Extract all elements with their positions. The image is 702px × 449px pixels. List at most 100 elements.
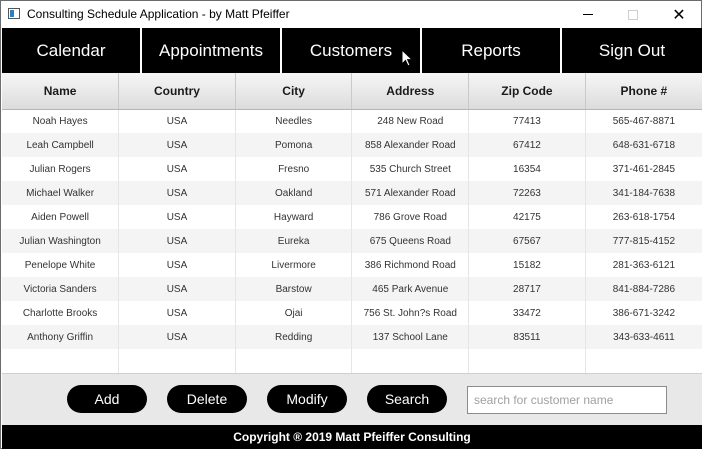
cell-address: 386 Richmond Road: [351, 253, 470, 277]
column-header-zip[interactable]: Zip Code: [468, 73, 586, 110]
table-row[interactable]: Julian Rogers USA Fresno 535 Church Street 1…: [2, 157, 702, 181]
cell-zip: 77413: [468, 109, 586, 133]
empty-cell: [585, 349, 702, 373]
table-row[interactable]: Leah Campbell USA Pomona 858 Alexander Road…: [2, 133, 702, 157]
title-bar: Consulting Schedule Application - by Mat…: [1, 1, 701, 28]
cell-city: Eureka: [235, 229, 353, 253]
table-row[interactable]: Charlotte Brooks USA Ojai 756 St. John?s Ro…: [2, 301, 702, 325]
customer-table[interactable]: Name Country City Address Zip Code Phone…: [2, 73, 702, 373]
minimize-button[interactable]: [565, 1, 611, 28]
cell-name: Anthony Griffin: [2, 325, 120, 349]
close-icon: ✕: [672, 6, 686, 24]
cell-phone: 648-631-6718: [585, 133, 702, 157]
modify-button[interactable]: Modify: [267, 385, 347, 413]
table-header-row: Name Country City Address Zip Code Phone…: [2, 73, 702, 110]
cell-country: USA: [118, 229, 236, 253]
table-row[interactable]: Aiden Powell USA Hayward 786 Grove Road 4217…: [2, 205, 702, 229]
cell-phone: 263-618-1754: [585, 205, 702, 229]
action-bar: Add Delete Modify Search: [2, 373, 702, 425]
empty-table-row: [2, 349, 702, 373]
cell-zip: 72263: [468, 181, 586, 205]
nav-customers[interactable]: Customers: [282, 28, 422, 73]
cell-city: Ojai: [235, 301, 353, 325]
cell-city: Oakland: [235, 181, 353, 205]
cell-zip: 28717: [468, 277, 586, 301]
copyright-footer: Copyright ® 2019 Matt Pfeiffer Consultin…: [2, 425, 702, 449]
search-input[interactable]: [467, 386, 667, 414]
cell-address: 465 Park Avenue: [351, 277, 470, 301]
cell-country: USA: [118, 205, 236, 229]
column-header-phone[interactable]: Phone #: [585, 73, 702, 110]
table-row[interactable]: Michael Walker USA Oakland 571 Alexander Ro…: [2, 181, 702, 205]
cell-country: USA: [118, 133, 236, 157]
cell-name: Penelope White: [2, 253, 120, 277]
cell-name: Aiden Powell: [2, 205, 120, 229]
cell-name: Julian Washington: [2, 229, 120, 253]
app-window-icon: [8, 8, 20, 19]
empty-cell: [468, 349, 586, 373]
cell-address: 571 Alexander Road: [351, 181, 470, 205]
cell-zip: 15182: [468, 253, 586, 277]
search-button[interactable]: Search: [367, 385, 447, 413]
nav-sign-out[interactable]: Sign Out: [562, 28, 702, 73]
cell-zip: 67412: [468, 133, 586, 157]
cell-city: Pomona: [235, 133, 353, 157]
maximize-button[interactable]: [610, 1, 656, 28]
empty-cell: [235, 349, 353, 373]
empty-cell: [118, 349, 236, 373]
cell-address: 248 New Road: [351, 109, 470, 133]
cell-phone: 565-467-8871: [585, 109, 702, 133]
window-title: Consulting Schedule Application - by Mat…: [27, 7, 290, 21]
cell-zip: 16354: [468, 157, 586, 181]
cell-country: USA: [118, 253, 236, 277]
cell-phone: 386-671-3242: [585, 301, 702, 325]
table-row[interactable]: Noah Hayes USA Needles 248 New Road 77413 565…: [2, 109, 702, 133]
app-window: Consulting Schedule Application - by Mat…: [0, 0, 702, 449]
column-header-country[interactable]: Country: [118, 73, 236, 110]
column-header-city[interactable]: City: [235, 73, 353, 110]
cell-address: 858 Alexander Road: [351, 133, 470, 157]
cell-country: USA: [118, 181, 236, 205]
nav-appointments[interactable]: Appointments: [142, 28, 282, 73]
table-row[interactable]: Julian Washington USA Eureka 675 Queens Roa…: [2, 229, 702, 253]
maximize-icon: [628, 9, 638, 20]
cell-country: USA: [118, 301, 236, 325]
mouse-pointer-icon: [401, 49, 413, 67]
cell-name: Charlotte Brooks: [2, 301, 120, 325]
empty-cell: [2, 349, 120, 373]
cell-phone: 343-633-4611: [585, 325, 702, 349]
nav-calendar[interactable]: Calendar: [2, 28, 142, 73]
add-button[interactable]: Add: [67, 385, 147, 413]
column-header-address[interactable]: Address: [351, 73, 470, 110]
cell-city: Redding: [235, 325, 353, 349]
table-row[interactable]: Victoria Sanders USA Barstow 465 Park Avenu…: [2, 277, 702, 301]
cell-city: Livermore: [235, 253, 353, 277]
delete-button[interactable]: Delete: [167, 385, 247, 413]
nav-reports[interactable]: Reports: [422, 28, 562, 73]
table-row[interactable]: Penelope White USA Livermore 386 Richmond R…: [2, 253, 702, 277]
cell-phone: 841-884-7286: [585, 277, 702, 301]
cell-country: USA: [118, 325, 236, 349]
nav-customers-label: Customers: [309, 40, 393, 60]
cell-country: USA: [118, 109, 236, 133]
cell-address: 786 Grove Road: [351, 205, 470, 229]
minimize-icon: [583, 14, 593, 15]
cell-zip: 83511: [468, 325, 586, 349]
cell-name: Leah Campbell: [2, 133, 120, 157]
cell-country: USA: [118, 277, 236, 301]
cell-name: Victoria Sanders: [2, 277, 120, 301]
cell-city: Barstow: [235, 277, 353, 301]
cell-address: 137 School Lane: [351, 325, 470, 349]
cell-name: Julian Rogers: [2, 157, 120, 181]
close-button[interactable]: ✕: [656, 1, 702, 28]
table-row[interactable]: Anthony Griffin USA Redding 137 School Lane…: [2, 325, 702, 349]
cell-address: 675 Queens Road: [351, 229, 470, 253]
cell-city: Hayward: [235, 205, 353, 229]
cell-name: Noah Hayes: [2, 109, 120, 133]
cell-country: USA: [118, 157, 236, 181]
column-header-name[interactable]: Name: [2, 73, 120, 110]
cell-address: 756 St. John?s Road: [351, 301, 470, 325]
cell-name: Michael Walker: [2, 181, 120, 205]
cell-zip: 67567: [468, 229, 586, 253]
cell-zip: 42175: [468, 205, 586, 229]
